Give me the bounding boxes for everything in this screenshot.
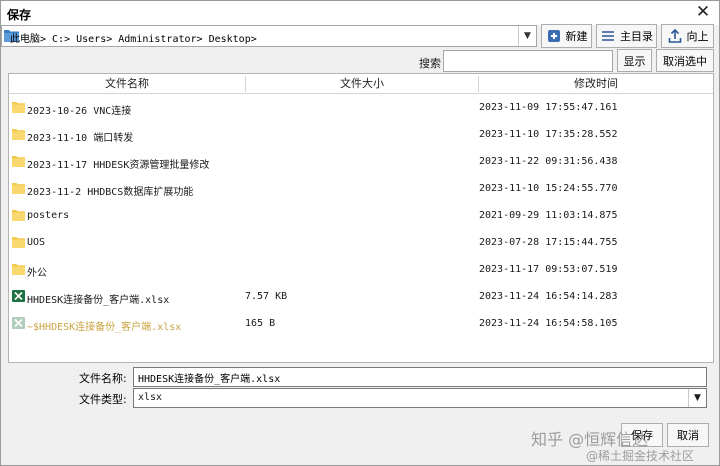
file-row[interactable]: 外公 2023-11-17 09:53:07.519 [9, 256, 713, 283]
file-modified: 2021-09-29 11:03:14.875 [479, 210, 618, 221]
chevron-down-icon[interactable]: ▼ [518, 26, 536, 46]
file-modified: 2023-11-24 16:54:14.283 [479, 291, 618, 302]
file-row[interactable]: posters 2021-09-29 11:03:14.875 [9, 202, 713, 229]
upload-icon [668, 28, 681, 43]
column-header-size[interactable]: 文件大小 [246, 74, 478, 94]
folder-icon [12, 237, 25, 248]
file-name: 2023-10-26 VNC连接 [27, 106, 132, 117]
file-name: 2023-11-10 端口转发 [27, 133, 134, 144]
filetype-select[interactable]: xlsx ▼ [133, 388, 707, 408]
file-row[interactable]: 2023-11-17 HHDESK资源管理批量修改 2023-11-22 09:3… [9, 148, 713, 175]
new-folder-button[interactable]: 新建 [541, 24, 592, 48]
show-button[interactable]: 显示 [617, 49, 652, 72]
file-row[interactable]: 2023-11-10 端口转发 2023-11-10 17:35:28.552 [9, 121, 713, 148]
file-name: 2023-11-2 HHDBCS数据库扩展功能 [27, 187, 194, 198]
excel-file-icon [12, 290, 25, 302]
list-icon [602, 31, 614, 41]
file-modified: 2023-11-09 17:55:47.161 [479, 102, 618, 113]
filetype-label: 文件类型: [79, 393, 127, 406]
column-header-modified[interactable]: 修改时间 [479, 74, 713, 94]
cancel-button[interactable]: 取消 [667, 423, 709, 447]
file-name: HHDESK连接备份_客户端.xlsx [27, 295, 170, 306]
up-button[interactable]: 向上 [661, 24, 714, 48]
folder-icon [12, 156, 25, 167]
excel-file-icon [12, 317, 25, 329]
close-icon[interactable]: ✕ [693, 2, 713, 22]
file-row[interactable]: 2023-10-26 VNC连接 2023-11-09 17:55:47.161 [9, 94, 713, 121]
filename-label: 文件名称: [79, 372, 127, 385]
file-row[interactable]: ~$HHDESK连接备份_客户端.xlsx 165 B 2023-11-24 16:… [9, 310, 713, 337]
folder-icon [12, 264, 25, 275]
watermark-sub: @稀土掘金技术社区 [586, 449, 695, 463]
folder-icon [12, 210, 25, 221]
save-dialog: 保存 ✕ 此电脑> C:> Users> Administrator> Desk… [0, 0, 720, 466]
title-bar: 保存 ✕ [1, 1, 719, 25]
show-label: 显示 [623, 54, 646, 68]
file-row[interactable]: UOS 2023-07-28 17:15:44.755 [9, 229, 713, 256]
chevron-down-icon[interactable]: ▼ [688, 389, 706, 407]
up-label: 向上 [686, 30, 709, 43]
file-list-header: 文件名称 文件大小 修改时间 [9, 74, 713, 94]
file-name: ~$HHDESK连接备份_客户端.xlsx [27, 322, 182, 333]
deselect-label: 取消选中 [663, 54, 707, 68]
file-name: posters [27, 210, 70, 221]
folder-icon [12, 102, 25, 113]
column-header-name[interactable]: 文件名称 [9, 74, 245, 94]
file-modified: 2023-11-22 09:31:56.438 [479, 156, 618, 167]
filename-input[interactable] [133, 367, 707, 387]
file-size: 165 B [245, 318, 276, 329]
file-row[interactable]: 2023-11-2 HHDBCS数据库扩展功能 2023-11-10 15:24:… [9, 175, 713, 202]
file-modified: 2023-11-24 16:54:58.105 [479, 318, 618, 329]
home-button[interactable]: 主目录 [596, 24, 657, 48]
file-modified: 2023-11-10 15:24:55.770 [479, 183, 618, 194]
folder-icon [12, 129, 25, 140]
file-row[interactable]: HHDESK连接备份_客户端.xlsx 7.57 KB 2023-11-24 16:… [9, 283, 713, 310]
file-size: 7.57 KB [245, 291, 288, 302]
deselect-button[interactable]: 取消选中 [656, 49, 714, 72]
file-modified: 2023-07-28 17:15:44.755 [479, 237, 618, 248]
home-label: 主目录 [620, 30, 653, 43]
add-icon [547, 30, 560, 42]
dialog-title: 保存 [7, 8, 32, 22]
search-label: 搜索 [419, 57, 441, 70]
path-text: 此电脑> C:> Users> Administrator> Desktop> [10, 34, 257, 45]
file-name: 外公 [27, 268, 47, 279]
cancel-label: 取消 [677, 429, 699, 442]
folder-icon [12, 183, 25, 194]
file-name: UOS [27, 237, 46, 248]
filetype-value: xlsx [138, 392, 163, 403]
file-list[interactable]: 文件名称 文件大小 修改时间 2023-10-26 VNC连接 2023-11-0… [8, 73, 714, 363]
search-input[interactable] [443, 50, 613, 72]
file-name: 2023-11-17 HHDESK资源管理批量修改 [27, 160, 210, 171]
file-modified: 2023-11-17 09:53:07.519 [479, 264, 618, 275]
file-modified: 2023-11-10 17:35:28.552 [479, 129, 618, 140]
path-combobox[interactable]: 此电脑> C:> Users> Administrator> Desktop> … [1, 25, 537, 47]
new-folder-label: 新建 [565, 30, 588, 43]
